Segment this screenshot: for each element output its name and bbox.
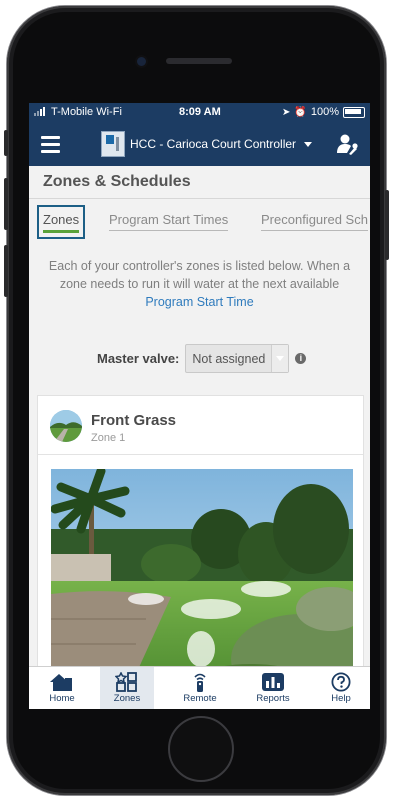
zone-card[interactable]: Front Grass Zone 1 xyxy=(37,395,364,709)
volume-down-button xyxy=(4,245,8,297)
master-valve-label: Master valve: xyxy=(97,351,180,366)
divider xyxy=(38,454,363,455)
home-button[interactable] xyxy=(168,716,234,782)
tab-preconfigured-schedules[interactable]: Preconfigured Sch xyxy=(261,212,368,231)
top-nav-bar: HCC - Carioca Court Controller xyxy=(29,122,370,166)
info-icon[interactable]: i xyxy=(295,353,307,364)
bottom-tab-label: Reports xyxy=(256,693,290,704)
bottom-tab-home[interactable]: Home xyxy=(35,667,89,709)
location-icon: ➤ xyxy=(282,106,291,118)
chevron-down-icon xyxy=(271,345,289,372)
chevron-down-icon xyxy=(304,141,313,147)
zone-avatar xyxy=(50,410,82,442)
bottom-tab-label: Help xyxy=(331,693,351,704)
zones-icon xyxy=(115,672,137,692)
bottom-tab-reports[interactable]: Reports xyxy=(246,667,300,709)
mute-switch xyxy=(4,130,8,156)
battery-icon xyxy=(343,106,365,118)
page-title: Zones & Schedules xyxy=(43,173,191,190)
carrier-label: T-Mobile Wi-Fi xyxy=(51,106,122,118)
bottom-tab-zones[interactable]: Zones xyxy=(100,667,154,709)
help-icon xyxy=(331,672,351,692)
clock: 8:09 AM xyxy=(179,106,221,118)
menu-icon[interactable] xyxy=(41,136,60,157)
volume-up-button xyxy=(4,178,8,230)
tab-highlight-box xyxy=(37,205,85,239)
master-valve-select[interactable]: Not assigned xyxy=(185,344,290,373)
power-button xyxy=(385,190,389,260)
controller-name: HCC - Carioca Court Controller xyxy=(130,137,297,151)
bottom-tab-bar: Home Zones Remote Reports Help xyxy=(29,666,370,709)
zone-number: Zone 1 xyxy=(91,432,126,444)
tab-program-start-times[interactable]: Program Start Times xyxy=(109,212,229,231)
zone-name: Front Grass xyxy=(91,412,177,429)
user-settings-icon[interactable] xyxy=(336,133,358,155)
app-screen: T-Mobile Wi-Fi 8:09 AM ➤ ⏰ 100% HCC - Ca… xyxy=(29,103,370,709)
description-text: Each of your controller's zones is liste… xyxy=(48,259,351,291)
reports-icon xyxy=(262,673,284,691)
master-valve-row: Master valve: Not assigned i xyxy=(97,344,307,373)
home-icon xyxy=(50,674,72,691)
divider xyxy=(29,198,370,199)
bottom-tab-label: Home xyxy=(49,693,75,704)
alarm-icon: ⏰ xyxy=(294,106,307,118)
controller-selector[interactable]: HCC - Carioca Court Controller xyxy=(101,131,313,157)
program-start-time-link[interactable]: Program Start Time xyxy=(145,295,253,309)
earpiece-speaker xyxy=(166,58,232,64)
remote-icon xyxy=(194,673,206,692)
battery-percent: 100% xyxy=(310,106,339,118)
bottom-tab-label: Remote xyxy=(183,693,217,704)
status-bar: T-Mobile Wi-Fi 8:09 AM ➤ ⏰ 100% xyxy=(29,103,370,122)
front-camera xyxy=(137,57,146,66)
bottom-tab-help[interactable]: Help xyxy=(314,667,368,709)
bottom-tab-remote[interactable]: Remote xyxy=(173,667,227,709)
bottom-tab-label: Zones xyxy=(113,693,141,704)
master-valve-value: Not assigned xyxy=(192,351,266,366)
zones-description: Each of your controller's zones is liste… xyxy=(41,257,358,311)
controller-icon xyxy=(101,131,125,157)
signal-icon xyxy=(34,107,45,116)
